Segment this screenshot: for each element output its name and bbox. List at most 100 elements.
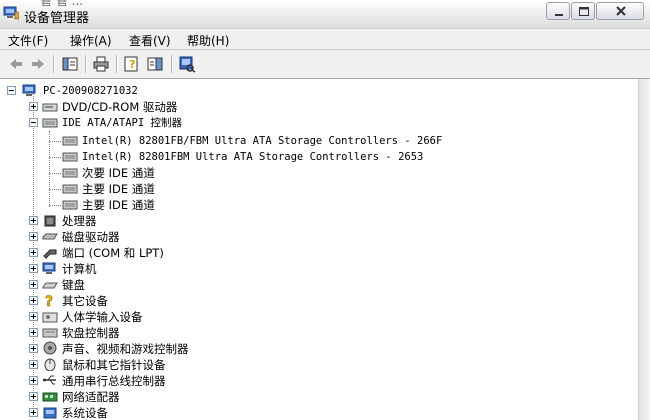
tree-item-label: 声音、视频和游戏控制器: [62, 342, 189, 356]
tree-item-ide-child[interactable]: 主要 IDE 通道: [0, 197, 300, 213]
close-button[interactable]: [596, 2, 644, 20]
menu-file[interactable]: 文件(F): [8, 32, 48, 49]
network-adapter-icon: [42, 392, 58, 402]
back-arrow-icon[interactable]: [7, 55, 25, 73]
tree-item-label: IDE ATA/ATAPI 控制器: [62, 117, 183, 129]
tree-item-dvd[interactable]: DVD/CD-ROM 驱动器: [0, 99, 400, 115]
tree-item-disk[interactable]: 磁盘驱动器: [0, 229, 300, 245]
tree-item-system[interactable]: 系统设备: [0, 405, 300, 420]
tree-item-network[interactable]: 网络适配器: [0, 389, 300, 405]
minimize-button[interactable]: [546, 2, 570, 20]
menu-help[interactable]: 帮助(H): [187, 32, 229, 49]
tree-item-computer[interactable]: 计算机: [0, 261, 300, 277]
expand-icon[interactable]: [29, 264, 38, 273]
svg-text:?: ?: [45, 294, 53, 307]
tree-item-label: 网络适配器: [62, 390, 120, 404]
system-device-icon: [43, 407, 57, 419]
unknown-device-icon: ?: [45, 294, 54, 307]
scan-hardware-icon[interactable]: [178, 55, 196, 73]
ide-controller-icon: [62, 136, 78, 146]
tree-item-sound[interactable]: 声音、视频和游戏控制器: [0, 341, 300, 357]
tree-item-other-devices[interactable]: ? 其它设备: [0, 293, 300, 309]
svg-text:?: ?: [129, 58, 135, 71]
expand-icon[interactable]: [29, 248, 38, 257]
expand-icon[interactable]: [29, 376, 38, 385]
tree-item-label: 系统设备: [62, 406, 108, 420]
expand-icon[interactable]: [29, 296, 38, 305]
disk-drive-icon: [42, 233, 58, 240]
maximize-icon: [579, 7, 589, 16]
processor-icon: [44, 215, 56, 227]
mouse-icon: [44, 358, 56, 371]
expand-icon[interactable]: [29, 102, 38, 111]
tree-item-ports[interactable]: 端口 (COM 和 LPT): [0, 245, 300, 261]
maximize-button[interactable]: [571, 2, 595, 20]
tree-item-ide-child[interactable]: 主要 IDE 通道: [0, 181, 300, 197]
expand-icon[interactable]: [29, 280, 38, 289]
ide-channel-icon: [62, 168, 78, 178]
floppy-controller-icon: [42, 328, 58, 338]
ide-controller-icon: [62, 152, 78, 162]
forward-arrow-icon[interactable]: [29, 55, 47, 73]
print-icon[interactable]: [92, 55, 110, 73]
tree-item-label: 通用串行总线控制器: [62, 374, 166, 388]
collapse-icon[interactable]: [7, 86, 16, 95]
toolbar-separator: [53, 55, 55, 73]
tree-item-floppy[interactable]: 软盘控制器: [0, 325, 300, 341]
tree-item-label: 主要 IDE 通道: [82, 182, 155, 196]
tree-item-label: 键盘: [62, 278, 85, 292]
tree-item-mouse[interactable]: 鼠标和其它指针设备: [0, 357, 300, 373]
menu-action[interactable]: 操作(A): [70, 32, 112, 49]
vertical-scrollbar[interactable]: [638, 79, 650, 420]
device-tree[interactable]: PC-200908271032 DVD/CD-ROM 驱动器 IDE ATA/A…: [0, 79, 638, 420]
tree-item-hid[interactable]: 人体学输入设备: [0, 309, 300, 325]
computer-name: PC-200908271032: [43, 85, 138, 97]
tree-item-usb[interactable]: 通用串行总线控制器: [0, 373, 300, 389]
expand-icon[interactable]: [29, 232, 38, 241]
expand-icon[interactable]: [29, 344, 38, 353]
tree-item-label: DVD/CD-ROM 驱动器: [62, 100, 178, 114]
computer-icon: [42, 262, 56, 274]
collapse-icon[interactable]: [29, 118, 38, 127]
port-icon: [43, 249, 57, 259]
tree-item-label: 人体学输入设备: [62, 310, 143, 324]
toolbar-separator: [85, 55, 87, 73]
tree-item-label: 软盘控制器: [62, 326, 120, 340]
properties-pane-icon[interactable]: [146, 55, 164, 73]
tree-item-ide-child[interactable]: 次要 IDE 通道: [0, 165, 300, 181]
keyboard-icon: [42, 282, 58, 289]
expand-icon[interactable]: [29, 360, 38, 369]
dvd-drive-icon: [42, 103, 58, 112]
tree-item-ide-child[interactable]: Intel(R) 82801FB/FBM Ultra ATA Storage C…: [0, 133, 500, 149]
tree-item-ide[interactable]: IDE ATA/ATAPI 控制器: [0, 115, 400, 131]
tree-item-label: 其它设备: [62, 294, 108, 308]
expand-icon[interactable]: [29, 408, 38, 417]
tree-item-label: 磁盘驱动器: [62, 230, 120, 244]
ide-controller-icon: [42, 118, 58, 128]
help-properties-icon[interactable]: ?: [123, 55, 141, 73]
device-manager-app-icon: [3, 6, 19, 20]
show-hide-tree-icon[interactable]: [61, 55, 79, 73]
tree-item-ide-child[interactable]: Intel(R) 82801FBM Ultra ATA Storage Cont…: [0, 149, 500, 165]
tree-item-keyboard[interactable]: 键盘: [0, 277, 300, 293]
ide-channel-icon: [62, 200, 78, 210]
tree-item-label: Intel(R) 82801FBM Ultra ATA Storage Cont…: [82, 151, 424, 163]
expand-icon[interactable]: [29, 312, 38, 321]
tree-item-label: 鼠标和其它指针设备: [62, 358, 166, 372]
title-bar[interactable]: 管 管 ... 设备管理器: [0, 0, 650, 29]
expand-icon[interactable]: [29, 392, 38, 401]
tree-item-label: 主要 IDE 通道: [82, 198, 155, 212]
tree-item-processor[interactable]: 处理器: [0, 213, 300, 229]
tree-item-label: 端口 (COM 和 LPT): [62, 246, 164, 260]
computer-icon: [22, 84, 36, 96]
toolbar: ?: [0, 50, 650, 79]
menu-view[interactable]: 查看(V): [129, 32, 171, 49]
ide-channel-icon: [62, 184, 78, 194]
tree-item-label: 次要 IDE 通道: [82, 166, 155, 180]
menu-bar: 文件(F) 操作(A) 查看(V) 帮助(H): [0, 29, 650, 50]
tree-root[interactable]: PC-200908271032: [0, 83, 400, 99]
expand-icon[interactable]: [29, 216, 38, 225]
expand-icon[interactable]: [29, 328, 38, 337]
toolbar-separator: [171, 55, 173, 73]
tree-item-label: 计算机: [62, 262, 97, 276]
